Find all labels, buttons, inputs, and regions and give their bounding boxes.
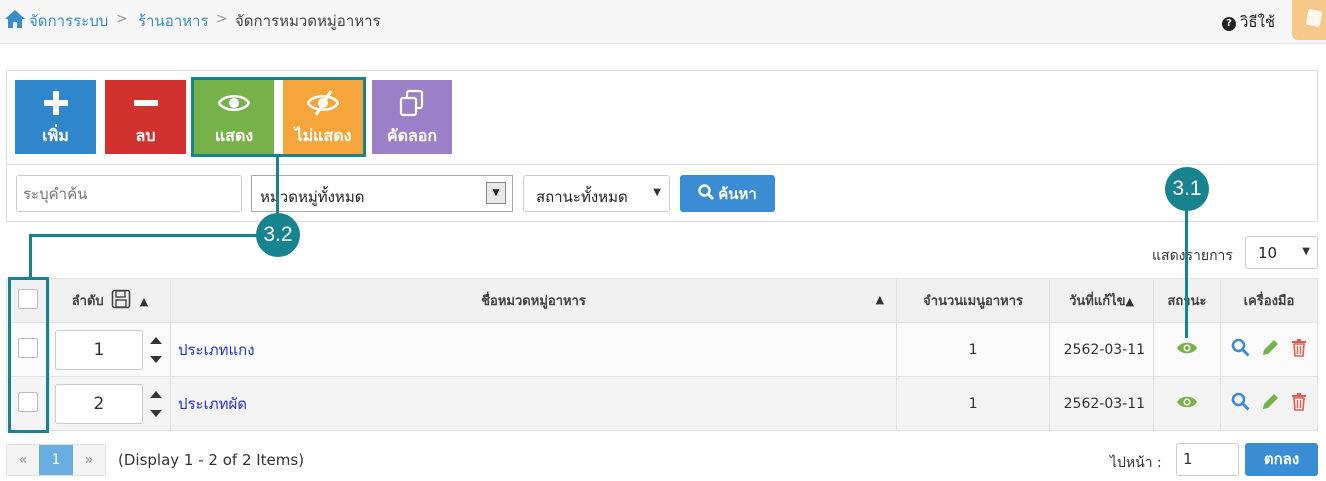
edit-icon[interactable] [1261,339,1279,361]
trash-icon[interactable] [1291,392,1307,415]
updated-header[interactable]: วันที่แก้ไข▲ [1049,278,1155,323]
category-name-link[interactable]: ประเภทแกง [171,341,255,359]
copy-button[interactable]: คัดลอก [372,80,452,154]
pagination-page-current[interactable]: 1 [39,445,73,475]
goto-page-label: ไปหน้า : [1110,455,1162,471]
name-header-label: ชื่อหมวดหมู่อาหาร [481,294,586,309]
pagination-next[interactable]: » [73,445,105,475]
delete-button-label: ลบ [135,126,156,145]
callout-marker-toggle: 3.2 [256,213,300,257]
side-panel-tab[interactable] [1292,0,1326,40]
callout-connector [29,234,259,237]
menu-count-header-label: จำนวนเมนูอาหาร [923,294,1024,309]
breadcrumb-current: จัดการหมวดหมู่อาหาร [235,12,381,30]
status-visible-eye-icon[interactable] [1176,342,1198,359]
order-header-label: ลำดับ [71,293,104,309]
tools-cell [1219,322,1319,377]
view-icon[interactable] [1231,392,1250,415]
callout-connector [276,156,279,216]
question-icon: ? [1222,17,1236,31]
per-page-label: แสดงรายการ [1152,248,1233,264]
help-link[interactable]: ? วิธีใช้ [1222,10,1275,34]
callout-box-toggle-buttons [191,77,366,157]
dropdown-arrow-icon: ▼ [653,187,661,198]
order-header[interactable]: ลำดับ ▲ [48,278,171,323]
view-icon[interactable] [1231,338,1250,361]
goto-page-button[interactable]: ตกลง [1245,443,1318,476]
per-page-value: 10 [1258,244,1278,262]
updated-cell: 2562-03-11 [1049,376,1155,431]
dropdown-arrow-icon: ▼ [486,182,506,204]
updated-cell: 2562-03-11 [1049,322,1155,377]
tools-cell [1219,376,1319,431]
breadcrumb-system[interactable]: จัดการระบบ [29,9,108,33]
name-header[interactable]: ชื่อหมวดหมู่อาหาร ▲ [169,278,898,323]
sort-asc-icon: ▲ [139,294,149,308]
goto-page-input[interactable]: 1 [1176,443,1239,476]
callout-connector [1185,208,1188,338]
tools-header: เครื่องมือ [1219,278,1319,323]
menu-count-header: จำนวนเมนูอาหาร [896,278,1051,323]
status-select-value: สถานะทั้งหมด [536,188,628,206]
reorder-arrows-icon[interactable] [149,387,163,421]
search-button-label: ค้นหา [718,184,757,203]
order-cell: 2 [48,376,171,431]
save-icon[interactable] [111,289,131,313]
status-select[interactable]: สถานะทั้งหมด ▼ [523,175,670,212]
tools-header-label: เครื่องมือ [1243,294,1295,309]
category-select[interactable]: หมวดหมู่ทั้งหมด ▼ [251,175,513,212]
edit-icon[interactable] [1261,393,1279,415]
search-icon [698,183,715,204]
breadcrumb-separator: > [216,11,228,27]
category-name-link[interactable]: ประเภทผัด [171,395,247,413]
table-row: 1 ประเภทแกง 1 2562-03-11 [6,322,1319,377]
search-button[interactable]: ค้นหา [680,175,775,212]
plus-icon [15,90,96,116]
home-icon[interactable] [4,9,26,33]
order-cell: 1 [48,322,171,377]
per-page-select[interactable]: 10 ▼ [1245,236,1318,269]
callout-marker-status: 3.1 [1165,167,1209,211]
minus-icon [105,90,186,116]
status-visible-eye-icon[interactable] [1176,396,1198,413]
add-button-label: เพิ่ม [42,126,69,145]
menu-count-cell: 1 [896,376,1051,431]
callout-box-checkboxes [8,277,49,433]
name-cell: ประเภทผัด [169,376,898,431]
breadcrumb-separator: > [116,11,128,27]
add-button[interactable]: เพิ่ม [15,80,96,154]
copy-button-label: คัดลอก [386,126,438,145]
table-header-row: ลำดับ ▲ ชื่อหมวดหมู่อาหาร ▲ จำนวนเมนูอาห… [6,278,1319,323]
menu-count-cell: 1 [896,322,1051,377]
delete-button[interactable]: ลบ [105,80,186,154]
order-input[interactable]: 2 [54,383,143,424]
search-input[interactable] [16,175,242,212]
copy-icon [372,89,452,117]
breadcrumb-restaurant[interactable]: ร้านอาหาร [138,9,209,33]
reorder-arrows-icon[interactable] [149,333,163,367]
pagination-prev[interactable]: « [7,445,39,475]
status-cell [1153,376,1221,431]
order-input[interactable]: 1 [54,329,143,370]
dropdown-arrow-icon: ▼ [1302,246,1310,257]
help-label: วิธีใช้ [1240,13,1276,31]
sort-asc-icon: ▲ [875,293,885,306]
sort-asc-icon: ▲ [1125,295,1134,308]
display-info: (Display 1 - 2 of 2 Items) [118,451,305,469]
table-row: 2 ประเภทผัด 1 2562-03-11 [6,376,1319,431]
top-bar: จัดการระบบ > ร้านอาหาร > จัดการหมวดหมู่อ… [0,0,1326,44]
category-table: ลำดับ ▲ ชื่อหมวดหมู่อาหาร ▲ จำนวนเมนูอาห… [6,278,1319,431]
updated-header-label: วันที่แก้ไข [1069,294,1126,309]
name-cell: ประเภทแกง [169,322,898,377]
trash-icon[interactable] [1291,338,1307,361]
panel-divider [6,164,1318,165]
callout-connector [29,234,32,278]
pagination: « 1 » [6,444,106,476]
